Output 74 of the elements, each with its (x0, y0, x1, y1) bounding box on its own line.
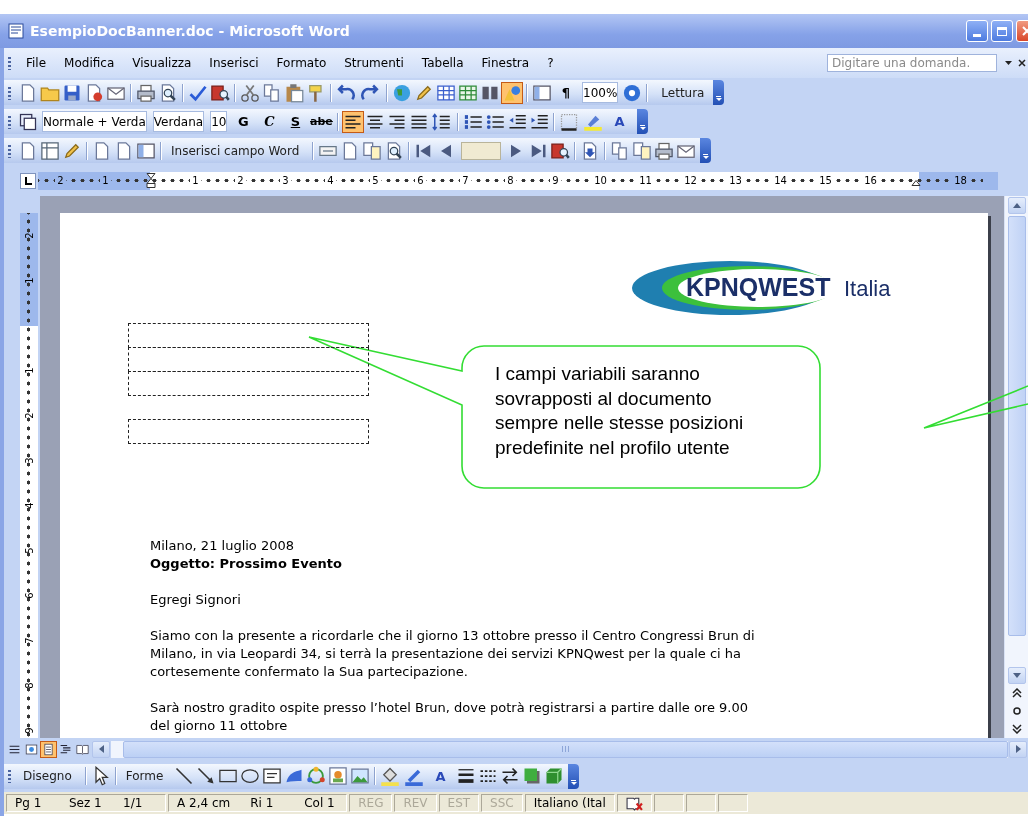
status-text: Ri 1 (250, 796, 275, 810)
ruler-number: 2 (23, 232, 35, 239)
ruler-number: 6 (23, 592, 35, 599)
dropdown-field[interactable]: Normale + Verda (42, 111, 147, 132)
ruler-number: 16 (862, 174, 879, 187)
font-color-button[interactable]: A (606, 110, 633, 133)
ruler-number: 5 (370, 174, 381, 187)
logo-text: Italia (844, 276, 891, 302)
menu-item[interactable]: Visualizza (123, 56, 201, 70)
menu-item[interactable]: Formato (267, 56, 336, 70)
ruler-number: 5 (23, 547, 35, 554)
ruler-number: 1 (23, 277, 35, 284)
toolbar-menu-button[interactable]: Inserisci campo Word (165, 139, 310, 162)
status-text: A 2,4 cm (177, 796, 231, 810)
ruler-number: 2 (23, 412, 35, 419)
toolbar-text-button[interactable]: Lettura (651, 81, 711, 104)
ruler-number: 9 (550, 174, 561, 187)
ruler-number: 15 (817, 174, 834, 187)
ruler-number: 7 (23, 637, 35, 644)
status-text: REG (358, 796, 384, 810)
ruler-number: 9 (23, 727, 35, 734)
ruler-number: 11 (637, 174, 654, 187)
status-text: Col 1 (304, 796, 336, 810)
status-text: SSC (490, 796, 514, 810)
ruler-number: 4 (325, 174, 336, 187)
ruler-number: 3 (23, 457, 35, 464)
status-text: Italiano (Ital (533, 796, 606, 810)
letter-paragraph: Siamo con la presente a ricordarle che il giorno 13 ottobre presso il Centro Congressi Brun di Milano, in via Leopardi 34, si terrà la presentazione dei servizi KPNQwest per la quale ci ha cortesemente confermato la Sua partecipazione. (150, 627, 756, 681)
menu-item[interactable]: Finestra (472, 56, 539, 70)
toolbar-menu-button[interactable]: Disegno (17, 765, 82, 787)
letter-paragraph: Milano, 21 luglio 2008 Oggetto: Prossimo Evento (150, 537, 343, 573)
status-text: Pg 1 (15, 796, 43, 810)
window-title: EsempioDocBanner.doc - Microsoft Word (30, 23, 350, 39)
menu-item[interactable]: Inserisci (200, 56, 268, 70)
ruler-number: 6 (415, 174, 426, 187)
ruler-number: 4 (23, 502, 35, 509)
ruler-number: 8 (505, 174, 516, 187)
search-field[interactable]: Digitare una domanda. (827, 54, 997, 72)
logo-text: KPNQWEST (686, 273, 831, 302)
ruler-number: 1 (23, 367, 35, 374)
ruler-number: 12 (682, 174, 699, 187)
ruler-number: 10 (592, 174, 609, 187)
status-text: REV (403, 796, 428, 810)
ruler-number: 18 (952, 174, 969, 187)
status-text: EST (447, 796, 471, 810)
ruler-number: 13 (727, 174, 744, 187)
strikethrough-button[interactable]: abe (308, 110, 335, 133)
letter-paragraph: Egregi Signori (150, 591, 242, 609)
menu-item[interactable]: Modifica (55, 56, 124, 70)
menu-item[interactable]: ? (538, 56, 563, 70)
ruler-number: 7 (460, 174, 471, 187)
callout-text: I campi variabili saranno sovrapposti al documento sempre nelle stesse posizioni predefinite nel profilo utente (495, 362, 744, 461)
menu-item[interactable]: File (17, 56, 56, 70)
dropdown-field[interactable]: 10 (210, 111, 228, 132)
ruler-number: 2 (55, 174, 66, 187)
dropdown-field[interactable]: 100% (582, 82, 619, 103)
formatting-marks-button[interactable]: ¶ (553, 81, 579, 104)
menu-item[interactable]: Tabella (412, 56, 473, 70)
letter-paragraph: Sarà nostro gradito ospite presso l’hotel Brun, dove potrà registrarsi a partire dalle ore 9.00 del giorno 11 ottobre (150, 699, 749, 735)
ruler-number: 8 (23, 682, 35, 689)
ruler-number: 2 (235, 174, 246, 187)
font-color-button[interactable]: A (427, 765, 454, 787)
ruler-number: 1 (100, 174, 111, 187)
ruler-number: 1 (190, 174, 201, 187)
ruler-number: 14 (772, 174, 789, 187)
toolbar-menu-button[interactable]: Forme (119, 765, 174, 787)
italic-button[interactable]: C (256, 110, 283, 133)
ruler-number: 3 (280, 174, 291, 187)
status-text: 1/1 (123, 796, 144, 810)
bold-button[interactable]: G (230, 110, 257, 133)
dropdown-field[interactable]: Verdana (152, 111, 205, 132)
underline-button[interactable]: S (282, 110, 309, 133)
status-text: Sez 1 (69, 796, 103, 810)
menu-item[interactable]: Strumenti (335, 56, 413, 70)
